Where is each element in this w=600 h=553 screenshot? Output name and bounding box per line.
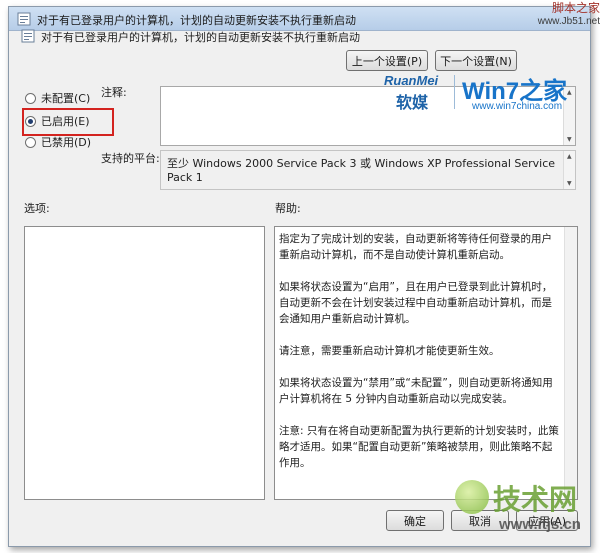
supported-on-value: 至少 Windows 2000 Service Pack 3 或 Windows…: [167, 157, 556, 184]
policy-icon: [17, 12, 31, 26]
options-panel: [24, 226, 265, 500]
jb51-text: 脚本之家: [551, 1, 600, 15]
scroll-up-icon[interactable]: ▲: [567, 153, 572, 160]
title-bar: 对于有已登录用户的计算机，计划的自动更新安装不执行重新启动: [9, 7, 590, 31]
window-title: 对于有已登录用户的计算机，计划的自动更新安装不执行重新启动: [37, 14, 356, 27]
radio-not-configured[interactable]: 未配置(C): [25, 90, 90, 106]
setting-title: 对于有已登录用户的计算机，计划的自动更新安装不执行重新启动: [41, 31, 360, 44]
logo-divider: [454, 75, 455, 109]
supported-on-label: 支持的平台:: [101, 152, 160, 165]
supported-on-field: 至少 Windows 2000 Service Pack 3 或 Windows…: [160, 150, 576, 190]
itjs-watermark: 技术网 www.itjs.cn: [455, 470, 595, 550]
help-label: 帮助:: [275, 202, 301, 215]
help-paragraph: 如果将状态设置为“禁用”或“未配置”，则自动更新将通知用户计算机将在 5 分钟内…: [279, 377, 553, 405]
itjs-text: 技术网: [493, 483, 578, 516]
win7china-logo: RuanMei 软媒 Win7之家 www.win7china.com: [384, 69, 580, 117]
radio-button[interactable]: [25, 136, 36, 148]
platform-scrollbar[interactable]: ▲ ▼: [563, 151, 575, 189]
radio-label: 已禁用(D): [41, 136, 92, 149]
radio-button[interactable]: [25, 92, 36, 104]
win7-site-text: www.win7china.com: [472, 101, 563, 112]
jb51-url: www.Jb51.net: [537, 16, 600, 27]
help-paragraph: 注意: 只有在将自动更新配置为执行更新的计划安装时，此策略才适用。如果“配置自动…: [279, 425, 559, 469]
policy-dialog: 对于有已登录用户的计算机，计划的自动更新安装不执行重新启动 对于有已登录用户的计…: [8, 6, 591, 547]
comment-label: 注释:: [101, 86, 127, 99]
radio-label: 未配置(C): [41, 92, 91, 105]
help-panel: 指定为了完成计划的安装，自动更新将等待任何登录的用户重新启动计算机，而不是自动使…: [274, 226, 578, 500]
itjs-url: www.itjs.cn: [499, 516, 581, 533]
ruanmei-text: RuanMei: [384, 73, 439, 88]
options-label: 选项:: [24, 202, 50, 215]
radio-disabled[interactable]: 已禁用(D): [25, 134, 91, 150]
help-paragraph: 请注意，需要重新启动计算机才能使更新生效。: [279, 345, 500, 357]
help-scrollbar[interactable]: [564, 227, 577, 499]
highlight-annotation: [22, 108, 114, 136]
setting-icon: [21, 29, 35, 43]
scroll-down-icon[interactable]: ▼: [567, 180, 572, 187]
ok-button[interactable]: 确定: [386, 510, 444, 531]
previous-setting-button[interactable]: 上一个设置(P): [346, 50, 428, 71]
help-paragraph: 如果将状态设置为“启用”，且在用户已登录到此计算机时，自动更新不会在计划安装过程…: [279, 281, 553, 325]
next-setting-button[interactable]: 下一个设置(N): [435, 50, 517, 71]
help-paragraph: 指定为了完成计划的安装，自动更新将等待任何登录的用户重新启动计算机，而不是自动使…: [279, 233, 552, 261]
jb51-watermark: 脚本之家 www.Jb51.net: [520, 2, 600, 28]
itjs-logo-icon: [455, 480, 489, 514]
scroll-down-icon[interactable]: ▼: [567, 136, 572, 143]
ruanmei-cn-text: 软媒: [396, 93, 429, 112]
